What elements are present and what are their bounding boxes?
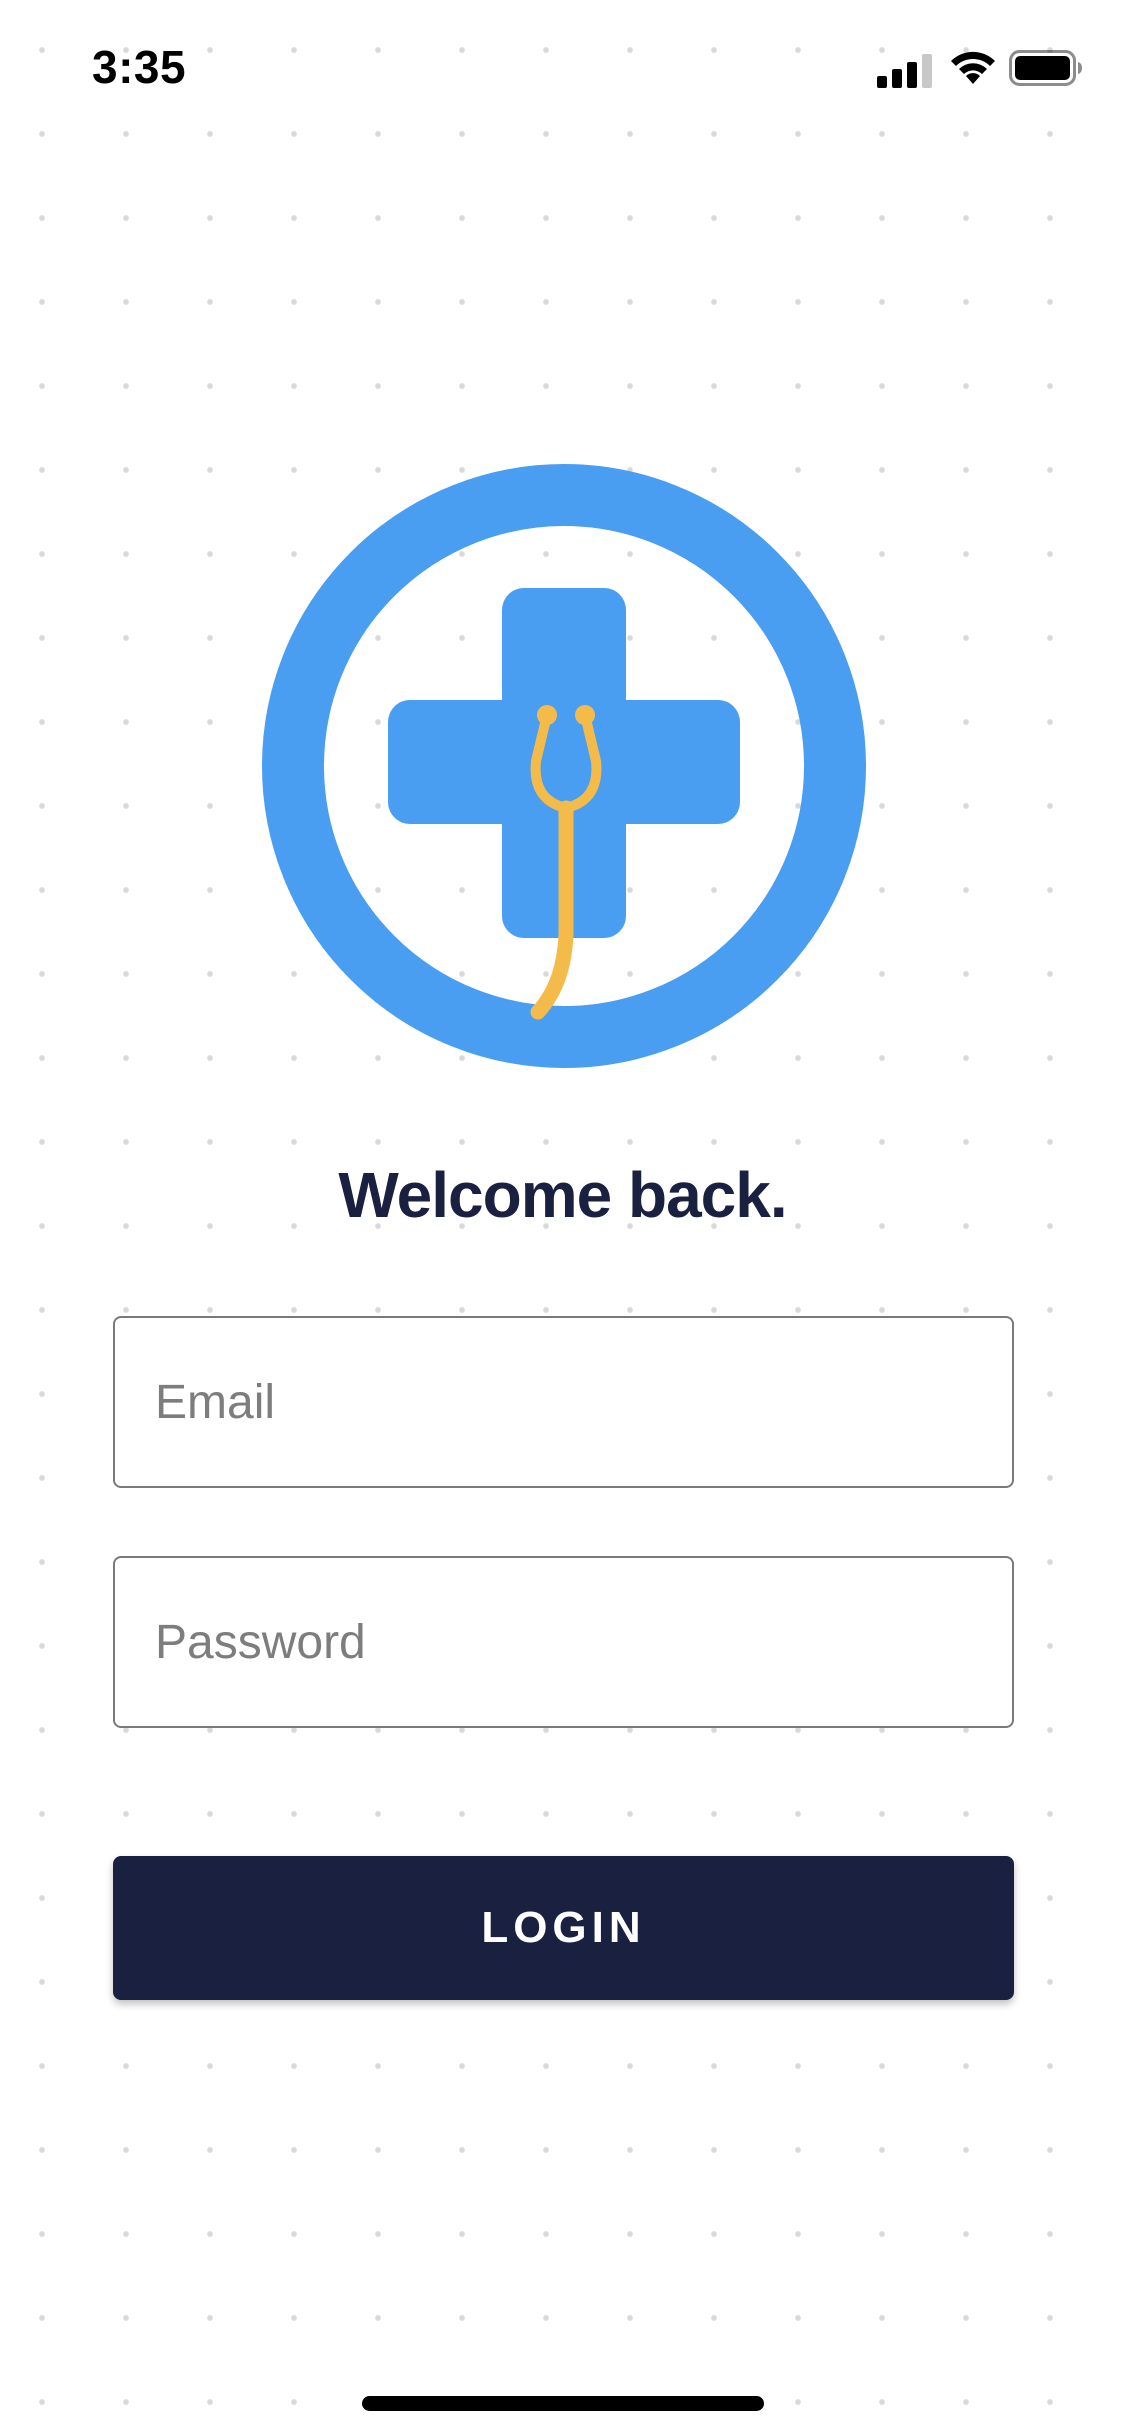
email-field[interactable] [113,1316,1014,1488]
welcome-heading: Welcome back. [338,1159,787,1231]
battery-icon [1009,50,1082,86]
home-indicator[interactable] [362,2396,764,2411]
email-input[interactable] [115,1318,1012,1486]
login-button[interactable]: LOGIN [113,1856,1014,2000]
login-button-label: LOGIN [481,1903,646,1952]
password-input[interactable] [115,1558,1012,1726]
medical-logo [262,464,866,1068]
password-field[interactable] [113,1556,1014,1728]
status-time: 3:35 [92,41,187,93]
status-bar: 3:35 [0,0,1125,132]
wifi-icon [951,51,995,84]
cellular-signal-icon [877,54,932,88]
